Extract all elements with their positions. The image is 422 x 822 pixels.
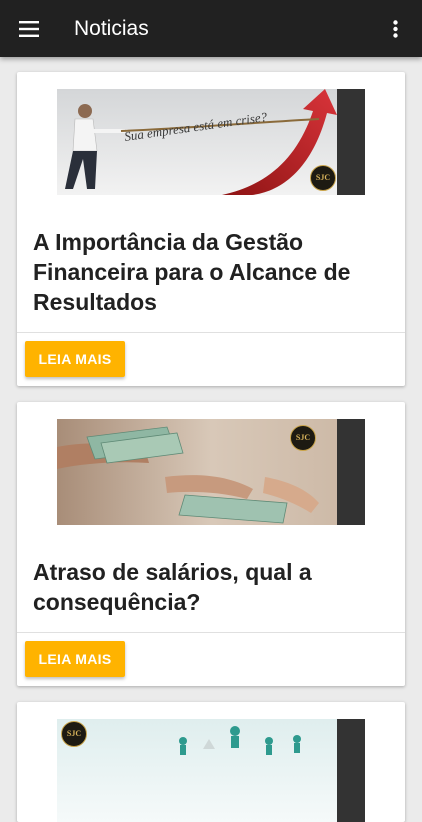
news-card: SJC [17, 702, 405, 822]
card-divider [17, 332, 405, 333]
news-card: SJC Atraso de salários, qual a consequên… [17, 402, 405, 686]
article-title[interactable]: Atraso de salários, qual a consequência? [33, 557, 373, 617]
page-title: Noticias [74, 17, 149, 40]
article-image[interactable]: SJC [57, 719, 365, 822]
article-title[interactable]: A Importância da Gestão Financeira para … [33, 227, 373, 317]
hamburger-menu-icon [19, 21, 39, 37]
overflow-menu-button[interactable] [380, 10, 410, 48]
company-logo: SJC [310, 165, 336, 191]
article-image[interactable]: Sua empresa está em crise? SJC [57, 89, 365, 195]
news-card: Sua empresa está em crise? SJC A Importâ… [17, 72, 405, 386]
company-logo: SJC [290, 425, 316, 451]
company-logo: SJC [61, 721, 87, 747]
article-image[interactable]: SJC [57, 419, 365, 525]
menu-button[interactable] [10, 10, 48, 48]
app-bar: Noticias [0, 0, 422, 57]
card-divider [17, 632, 405, 633]
read-more-button[interactable]: LEIA MAIS [25, 341, 125, 377]
read-more-button[interactable]: LEIA MAIS [25, 641, 125, 677]
more-vert-icon [393, 20, 398, 38]
